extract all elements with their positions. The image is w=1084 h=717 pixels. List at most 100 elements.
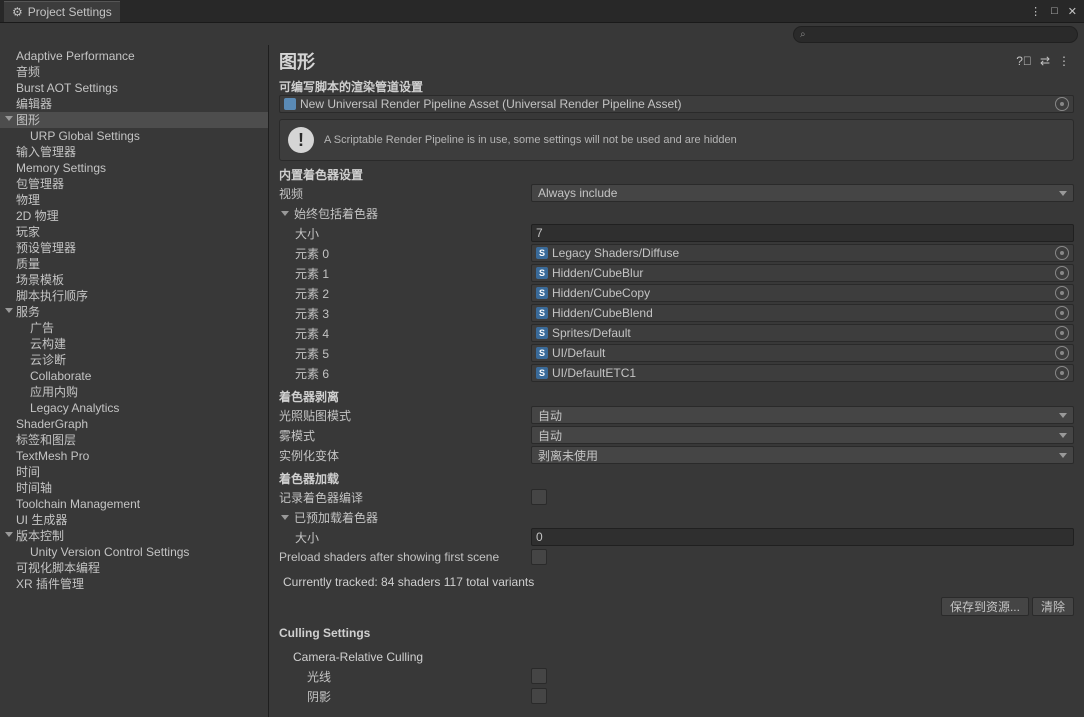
sidebar-item[interactable]: 广告: [0, 320, 268, 336]
sidebar-item[interactable]: 脚本执行顺序: [0, 288, 268, 304]
element-label: 元素 1: [279, 265, 531, 282]
sidebar-item[interactable]: Unity Version Control Settings: [0, 544, 268, 560]
sidebar-item[interactable]: TextMesh Pro: [0, 448, 268, 464]
object-selector-icon[interactable]: [1055, 366, 1069, 380]
help-icon[interactable]: ?⃝: [1012, 54, 1036, 68]
shadows-checkbox[interactable]: [531, 688, 547, 704]
shader-field[interactable]: SHidden/CubeBlend: [531, 304, 1074, 322]
fog-select[interactable]: 自动: [531, 426, 1074, 444]
shader-field[interactable]: SUI/DefaultETC1: [531, 364, 1074, 382]
shader-icon: S: [536, 307, 548, 319]
sidebar-item[interactable]: 玩家: [0, 224, 268, 240]
sidebar-item[interactable]: Adaptive Performance: [0, 48, 268, 64]
close-icon[interactable]: ✕: [1065, 5, 1080, 18]
shader-value: Hidden/CubeCopy: [552, 286, 1055, 300]
shader-field[interactable]: SHidden/CubeBlur: [531, 264, 1074, 282]
object-selector-icon[interactable]: [1055, 97, 1069, 111]
shader-icon: S: [536, 347, 548, 359]
log-compile-checkbox[interactable]: [531, 489, 547, 505]
shader-value: Hidden/CubeBlur: [552, 266, 1055, 280]
element-label: 元素 3: [279, 305, 531, 322]
sidebar-item[interactable]: 物理: [0, 192, 268, 208]
sidebar-item[interactable]: XR 插件管理: [0, 576, 268, 592]
sidebar-item[interactable]: 图形: [0, 112, 268, 128]
sidebar-item[interactable]: 可视化脚本编程: [0, 560, 268, 576]
always-include-foldout[interactable]: 始终包括着色器: [279, 205, 531, 222]
menu-dots-icon[interactable]: ⋮: [1027, 5, 1044, 18]
sidebar-item[interactable]: 云诊断: [0, 352, 268, 368]
sidebar-item[interactable]: 质量: [0, 256, 268, 272]
shader-field[interactable]: S Legacy Shaders/Diffuse: [531, 244, 1074, 262]
chevron-down-icon: [1059, 453, 1067, 458]
settings-sidebar: Adaptive Performance音频Burst AOT Settings…: [0, 45, 269, 717]
preloaded-foldout[interactable]: 已预加载着色器: [279, 509, 531, 526]
more-icon[interactable]: ⋮: [1054, 54, 1074, 68]
sidebar-item[interactable]: 音频: [0, 64, 268, 80]
sidebar-item[interactable]: 包管理器: [0, 176, 268, 192]
object-selector-icon[interactable]: [1055, 346, 1069, 360]
sidebar-item[interactable]: Toolchain Management: [0, 496, 268, 512]
clear-button[interactable]: 清除: [1032, 597, 1074, 616]
shader-value: Sprites/Default: [552, 326, 1055, 340]
sidebar-item[interactable]: 输入管理器: [0, 144, 268, 160]
maximize-icon[interactable]: □: [1048, 5, 1061, 17]
sidebar-item[interactable]: Burst AOT Settings: [0, 80, 268, 96]
sidebar-item[interactable]: 时间轴: [0, 480, 268, 496]
sidebar-item[interactable]: 版本控制: [0, 528, 268, 544]
preload-after-checkbox[interactable]: [531, 549, 547, 565]
preload-after-label: Preload shaders after showing first scen…: [279, 550, 531, 564]
titlebar: ⚙ Project Settings ⋮ □ ✕: [0, 0, 1084, 23]
sidebar-item[interactable]: URP Global Settings: [0, 128, 268, 144]
shader-field[interactable]: S Sprites/Default: [531, 324, 1074, 342]
shader-icon: S: [536, 247, 548, 259]
sidebar-item[interactable]: Legacy Analytics: [0, 400, 268, 416]
video-label: 视频: [279, 185, 531, 202]
foldout-arrow-icon: [281, 211, 289, 216]
svg-text:S: S: [539, 328, 545, 338]
shader-icon: S: [536, 367, 548, 379]
sidebar-item[interactable]: 时间: [0, 464, 268, 480]
srp-asset-field[interactable]: New Universal Render Pipeline Asset (Uni…: [279, 95, 1074, 113]
lightmap-label: 光照贴图模式: [279, 407, 531, 424]
window-tab[interactable]: ⚙ Project Settings: [4, 1, 120, 22]
sidebar-item[interactable]: Collaborate: [0, 368, 268, 384]
object-selector-icon[interactable]: [1055, 266, 1069, 280]
preset-icon[interactable]: ⇄: [1036, 54, 1054, 68]
sidebar-item[interactable]: Memory Settings: [0, 160, 268, 176]
srp-info-box: ! A Scriptable Render Pipeline is in use…: [279, 119, 1074, 161]
culling-section-label: Culling Settings: [279, 624, 1074, 642]
object-selector-icon[interactable]: [1055, 246, 1069, 260]
element-label: 元素 2: [279, 285, 531, 302]
sidebar-item[interactable]: 预设管理器: [0, 240, 268, 256]
sidebar-item[interactable]: 2D 物理: [0, 208, 268, 224]
object-selector-icon[interactable]: [1055, 306, 1069, 320]
lights-checkbox[interactable]: [531, 668, 547, 684]
preload-size-input[interactable]: [531, 528, 1074, 546]
shader-value: Legacy Shaders/Diffuse: [552, 246, 1055, 260]
search-box[interactable]: ⌕: [793, 26, 1078, 43]
lightmap-select[interactable]: 自动: [531, 406, 1074, 424]
sidebar-item[interactable]: 应用内购: [0, 384, 268, 400]
instancing-select[interactable]: 剥离未使用: [531, 446, 1074, 464]
shader-icon: S: [536, 287, 548, 299]
sidebar-item[interactable]: 编辑器: [0, 96, 268, 112]
sidebar-item[interactable]: ShaderGraph: [0, 416, 268, 432]
object-selector-icon[interactable]: [1055, 326, 1069, 340]
sidebar-item[interactable]: 服务: [0, 304, 268, 320]
size-input[interactable]: [531, 224, 1074, 242]
sidebar-item[interactable]: 场景模板: [0, 272, 268, 288]
srp-asset-value: New Universal Render Pipeline Asset (Uni…: [300, 97, 1055, 111]
shadows-label: 阴影: [279, 688, 531, 705]
object-selector-icon[interactable]: [1055, 286, 1069, 300]
fog-label: 雾模式: [279, 427, 531, 444]
save-to-asset-button[interactable]: 保存到资源...: [941, 597, 1029, 616]
sidebar-item[interactable]: UI 生成器: [0, 512, 268, 528]
window-controls: ⋮ □ ✕: [1027, 5, 1080, 18]
search-input[interactable]: [806, 28, 1071, 40]
shader-field[interactable]: SUI/Default: [531, 344, 1074, 362]
video-select[interactable]: Always include: [531, 184, 1074, 202]
shader-field[interactable]: S Hidden/CubeCopy: [531, 284, 1074, 302]
sidebar-item[interactable]: 云构建: [0, 336, 268, 352]
tracked-status: Currently tracked: 84 shaders 117 total …: [283, 575, 1074, 589]
sidebar-item[interactable]: 标签和图层: [0, 432, 268, 448]
